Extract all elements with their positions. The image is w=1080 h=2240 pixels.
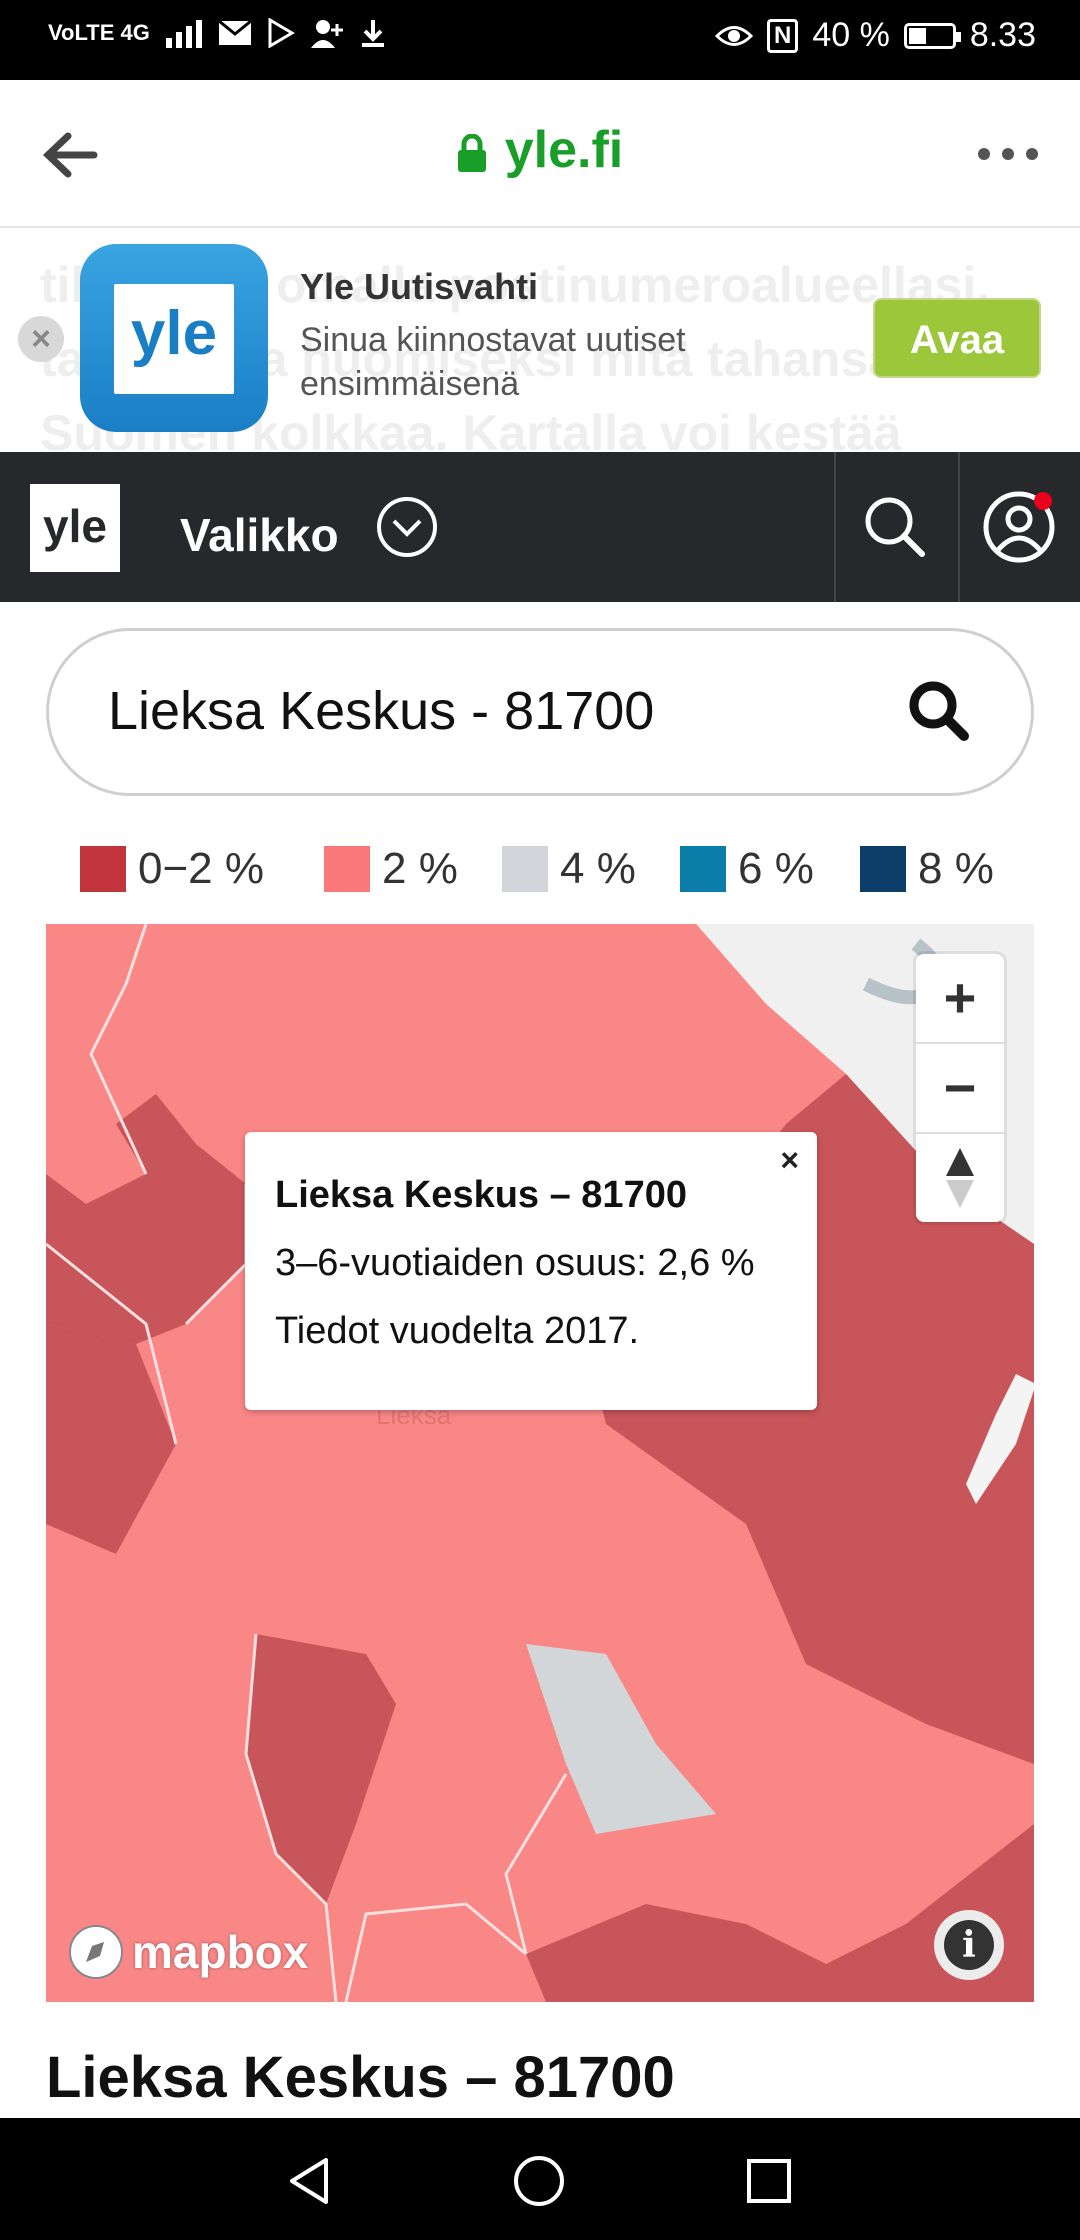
site-header: yle Valikko xyxy=(0,452,1080,602)
map-popup: × Lieksa Keskus – 81700 3–6-vuotiaiden o… xyxy=(245,1132,817,1410)
legend-item: 6 % xyxy=(680,844,814,894)
close-icon[interactable]: × xyxy=(780,1142,799,1179)
lock-icon xyxy=(457,134,486,173)
popup-share-value: 3–6-vuotiaiden osuus: 2,6 % xyxy=(275,1242,755,1284)
nav-divider xyxy=(958,452,960,602)
battery-percent: 40 % xyxy=(812,16,890,54)
app-subtitle: Sinua kiinnostavat uutiset ensimmäisenä xyxy=(300,321,686,403)
attribution-info-button[interactable]: i xyxy=(934,1910,1004,1980)
legend-label: 2 % xyxy=(382,844,458,893)
choropleth-map[interactable]: Lieksa xyxy=(46,924,1034,2002)
legend-swatch xyxy=(680,846,726,892)
mapbox-logo[interactable]: mapbox xyxy=(66,1922,308,1982)
mapbox-mark-icon xyxy=(69,1925,123,1979)
zoom-out-button[interactable]: − xyxy=(916,1044,1004,1132)
legend-label: 0−2 % xyxy=(138,844,264,893)
notification-dot xyxy=(1034,492,1052,510)
compass-icon[interactable] xyxy=(940,1146,980,1210)
signal-icon xyxy=(165,20,202,48)
url-text: yle.fi xyxy=(504,121,624,179)
legend-item: 0−2 % xyxy=(80,844,264,894)
nav-divider xyxy=(834,452,836,602)
back-triangle-icon[interactable] xyxy=(284,2156,334,2206)
menu-button-label[interactable]: Valikko xyxy=(180,508,339,562)
popup-title: Lieksa Keskus – 81700 xyxy=(275,1174,687,1216)
search-value: Lieksa Keskus - 81700 xyxy=(108,681,655,741)
eye-icon xyxy=(714,25,753,46)
address-bar[interactable]: yle.fi xyxy=(0,120,1080,180)
chevron-down-icon[interactable] xyxy=(376,496,438,558)
legend-item: 4 % xyxy=(502,844,636,894)
search-icon[interactable] xyxy=(906,678,972,744)
legend-item: 2 % xyxy=(324,844,458,894)
legend-label: 6 % xyxy=(738,844,814,893)
legend-swatch xyxy=(324,846,370,892)
search-icon[interactable] xyxy=(862,494,928,560)
legend-swatch xyxy=(860,846,906,892)
mail-icon xyxy=(217,20,252,45)
status-right-icons: N 40 % 8.33 xyxy=(714,16,1036,55)
app-title: Yle Uutisvahti xyxy=(300,266,539,307)
open-app-button[interactable]: Avaa xyxy=(873,298,1041,378)
download-icon xyxy=(361,20,384,47)
recents-square-icon[interactable] xyxy=(744,2156,794,2206)
play-store-icon xyxy=(268,18,295,48)
system-navigation-bar xyxy=(0,2118,1080,2240)
popup-data-year: Tiedot vuodelta 2017. xyxy=(275,1310,640,1352)
yle-logo[interactable]: yle xyxy=(30,484,120,572)
add-contact-icon xyxy=(310,20,343,48)
legend-item: 8 % xyxy=(860,844,994,894)
status-left-icons: VoLTE 4G xyxy=(48,18,388,48)
banner-close-icon[interactable]: × xyxy=(18,316,64,362)
app-icon[interactable]: yle xyxy=(80,244,268,432)
zoom-controls: + − xyxy=(916,954,1004,1222)
legend-label: 8 % xyxy=(918,844,994,893)
legend-swatch xyxy=(502,846,548,892)
browser-toolbar: yle.fi xyxy=(0,80,1080,228)
app-icon-label: yle xyxy=(114,284,234,394)
legend-label: 4 % xyxy=(560,844,636,893)
home-circle-icon[interactable] xyxy=(512,2154,566,2208)
section-heading: Lieksa Keskus – 81700 xyxy=(46,2045,675,2110)
network-indicator: VoLTE 4G xyxy=(48,20,150,45)
legend-swatch xyxy=(80,846,126,892)
zoom-in-button[interactable]: + xyxy=(916,954,1004,1042)
nfc-icon: N xyxy=(766,18,799,53)
clock: 8.33 xyxy=(969,16,1036,54)
status-bar: VoLTE 4G N 40 % 8.33 xyxy=(0,0,1080,80)
more-options-icon[interactable] xyxy=(976,146,1040,162)
mapbox-wordmark: mapbox xyxy=(132,1926,309,1978)
info-icon: i xyxy=(944,1920,994,1970)
app-banner: tilastointi omalla postinumeroalueellasi… xyxy=(0,228,1080,452)
battery-level xyxy=(908,27,927,44)
battery-icon xyxy=(903,22,961,49)
map-regions: Lieksa xyxy=(46,924,1034,2002)
